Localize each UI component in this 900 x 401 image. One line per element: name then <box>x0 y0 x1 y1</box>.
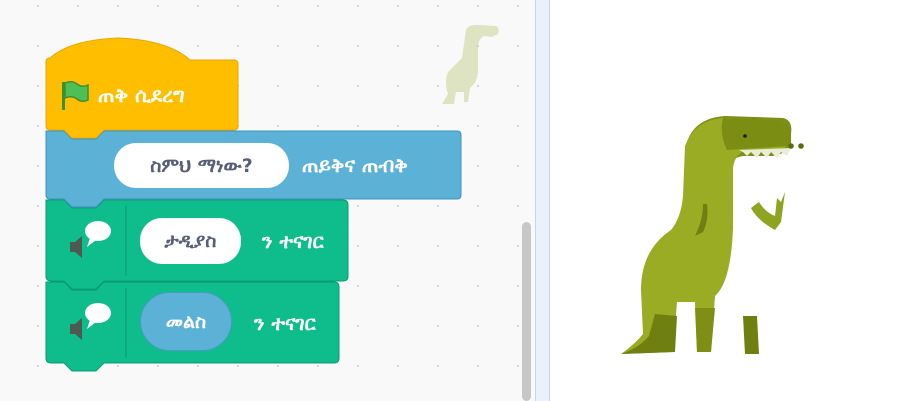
workspace-scrollbar[interactable] <box>522 222 531 401</box>
stage-divider <box>535 0 550 401</box>
dinosaur-sprite[interactable] <box>615 112 825 360</box>
hat-block-label: ጠቅ ሲደረግ <box>98 83 185 107</box>
script-stack[interactable]: ጠቅ ሲደረግ ስምህ ማነው? ጠይቅና ጠብቅ ታዲያስ ን ተናገር መል… <box>0 0 520 401</box>
speech-bubble-icon <box>70 303 111 340</box>
answer-reporter[interactable]: መልስ <box>140 292 232 351</box>
say-block-2-label: ን ተናገር <box>254 311 316 335</box>
code-workspace[interactable]: ጠቅ ሲደረግ ስምህ ማነው? ጠይቅና ጠብቅ ታዲያስ ን ተናገር መል… <box>0 0 535 401</box>
ask-question-input[interactable]: ስምህ ማነው? <box>114 143 289 188</box>
speech-bubble-icon <box>70 221 111 258</box>
say-block-1-label: ን ተናገር <box>262 229 324 253</box>
green-flag-icon <box>62 80 89 110</box>
say-text-input[interactable]: ታዲያስ <box>140 218 241 264</box>
ask-block-label: ጠይቅና ጠብቅ <box>302 153 408 177</box>
